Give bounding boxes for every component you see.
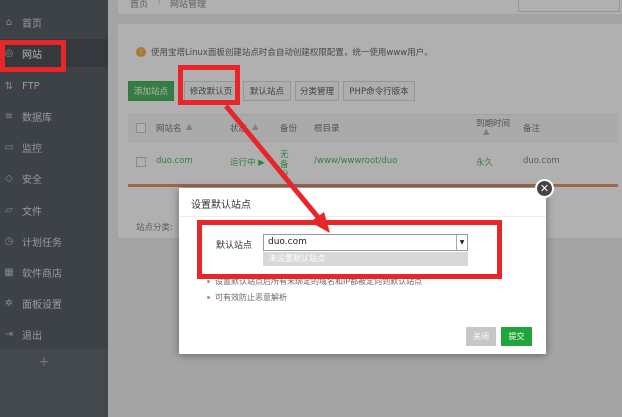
- annotation-arrow: [224, 104, 330, 233]
